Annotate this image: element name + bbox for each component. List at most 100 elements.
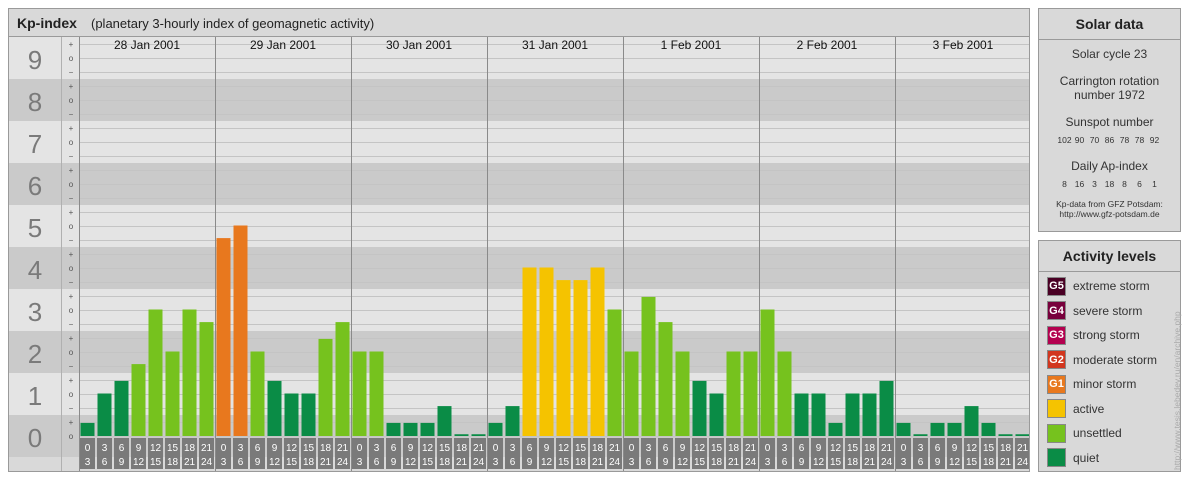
kp-bar [709, 393, 724, 436]
time-slot-end: 3 [85, 457, 91, 468]
time-slot-end: 18 [711, 457, 723, 468]
kp-bar [760, 309, 775, 436]
time-slot-end: 6 [102, 457, 108, 468]
time-slot-start: 18 [864, 443, 876, 454]
kp-bar [369, 351, 384, 436]
kp-bar [539, 267, 554, 436]
kp-bar [148, 309, 163, 436]
sunspot-value: 90 [1074, 135, 1085, 145]
kp-bar [998, 434, 1013, 436]
time-slot-end: 6 [510, 457, 516, 468]
kp-bar [624, 351, 639, 436]
kp-bar [556, 280, 571, 436]
kp-bar [131, 364, 146, 436]
time-slot-start: 9 [136, 443, 142, 454]
time-slot-start: 21 [609, 443, 621, 454]
sub-tick-label: + [69, 40, 74, 49]
time-slot-end: 21 [592, 457, 604, 468]
kp-bar [692, 380, 707, 436]
sub-tick-label: o [69, 222, 74, 231]
time-slot-end: 12 [269, 457, 281, 468]
activity-level-swatch: G5 [1047, 276, 1066, 296]
time-slot-end: 6 [374, 457, 380, 468]
sub-tick-label: + [69, 124, 74, 133]
kp-bar [794, 393, 809, 436]
time-slot-start: 15 [983, 443, 995, 454]
kp-bar [114, 380, 129, 436]
time-slot-start: 6 [799, 443, 805, 454]
kp-chart-panel: Kp-index (planetary 3-hourly index of ge… [8, 8, 1030, 472]
kp-bar [318, 338, 333, 436]
activity-level-item: quiet [1047, 448, 1099, 468]
source-credit[interactable]: http://www.tesis.lebedev.ru/en/archive.p… [1172, 311, 1182, 470]
sub-tick-label: + [69, 208, 74, 217]
time-slot-end: 21 [1000, 457, 1012, 468]
sunspot-title: Sunspot number [1065, 115, 1154, 129]
time-slot-end: 24 [201, 457, 213, 468]
time-slot-end: 21 [728, 457, 740, 468]
time-slot-start: 12 [558, 443, 570, 454]
activity-level-label: active [1073, 401, 1105, 416]
time-slot-start: 3 [782, 443, 788, 454]
kp-bar [743, 351, 758, 436]
time-slot-start: 3 [238, 443, 244, 454]
time-slot-start: 0 [629, 443, 635, 454]
time-slot-end: 18 [983, 457, 995, 468]
time-slot-start: 0 [765, 443, 771, 454]
sub-tick-label: o [69, 138, 74, 147]
time-slot-end: 3 [765, 457, 771, 468]
sub-tick-label: + [69, 250, 74, 259]
day-label: 3 Feb 2001 [933, 38, 994, 52]
solar-data-title: Solar data [1039, 9, 1180, 40]
kp-bar [947, 422, 962, 436]
time-slot-start: 3 [646, 443, 652, 454]
time-slot-start: 0 [493, 443, 499, 454]
kp-bar [182, 309, 197, 436]
kp-bar [216, 238, 231, 436]
sub-tick-label: + [69, 292, 74, 301]
time-slot-end: 18 [167, 457, 179, 468]
time-slot-start: 12 [150, 443, 162, 454]
activity-level-swatch: G4 [1047, 301, 1066, 320]
time-slot-start: 6 [663, 443, 669, 454]
time-slot-end: 3 [357, 457, 363, 468]
sunspot-value: 70 [1089, 135, 1100, 145]
sub-tick-label: o [69, 264, 74, 273]
chart-title: Kp-index [17, 15, 77, 31]
kp-bar [1015, 434, 1029, 436]
sunspot-value: 102 [1057, 135, 1072, 145]
y-tick-label: 7 [28, 129, 42, 159]
kp-bar [913, 434, 928, 436]
day-label: 1 Feb 2001 [661, 38, 722, 52]
time-slot-start: 3 [510, 443, 516, 454]
activity-level-item: G4 severe storm [1047, 301, 1142, 321]
activity-level-item: G1 minor storm [1047, 374, 1136, 394]
y-tick-label: 0 [28, 423, 42, 453]
kp-bar [641, 296, 656, 436]
time-slot-end: 12 [677, 457, 689, 468]
y-tick-label: 9 [28, 45, 42, 75]
time-slot-start: 18 [1000, 443, 1012, 454]
y-tick-label: 1 [28, 381, 42, 411]
time-slot-end: 12 [405, 457, 417, 468]
y-tick-label: 2 [28, 339, 42, 369]
time-slot-end: 15 [150, 457, 162, 468]
data-source-link[interactable]: http://www.gfz-potsdam.de [1039, 209, 1180, 219]
activity-levels-panel: Activity levels G5 extreme storm G4 severe … [1038, 240, 1181, 472]
time-slot-start: 0 [221, 443, 227, 454]
sunspot-value: 86 [1104, 135, 1115, 145]
time-slot-end: 6 [646, 457, 652, 468]
kp-bar [896, 422, 911, 436]
time-slot-end: 15 [422, 457, 434, 468]
activity-level-item: G2 moderate storm [1047, 350, 1157, 370]
time-slot-start: 12 [422, 443, 434, 454]
kp-bar [80, 422, 95, 436]
time-slot-end: 18 [439, 457, 451, 468]
time-slot-end: 6 [238, 457, 244, 468]
kp-bar [267, 380, 282, 436]
carrington-line2: number 1972 [1074, 88, 1145, 102]
sub-tick-label: − [69, 278, 74, 287]
time-slot-start: 6 [391, 443, 397, 454]
kp-bar [165, 351, 180, 436]
time-slot-start: 9 [408, 443, 414, 454]
